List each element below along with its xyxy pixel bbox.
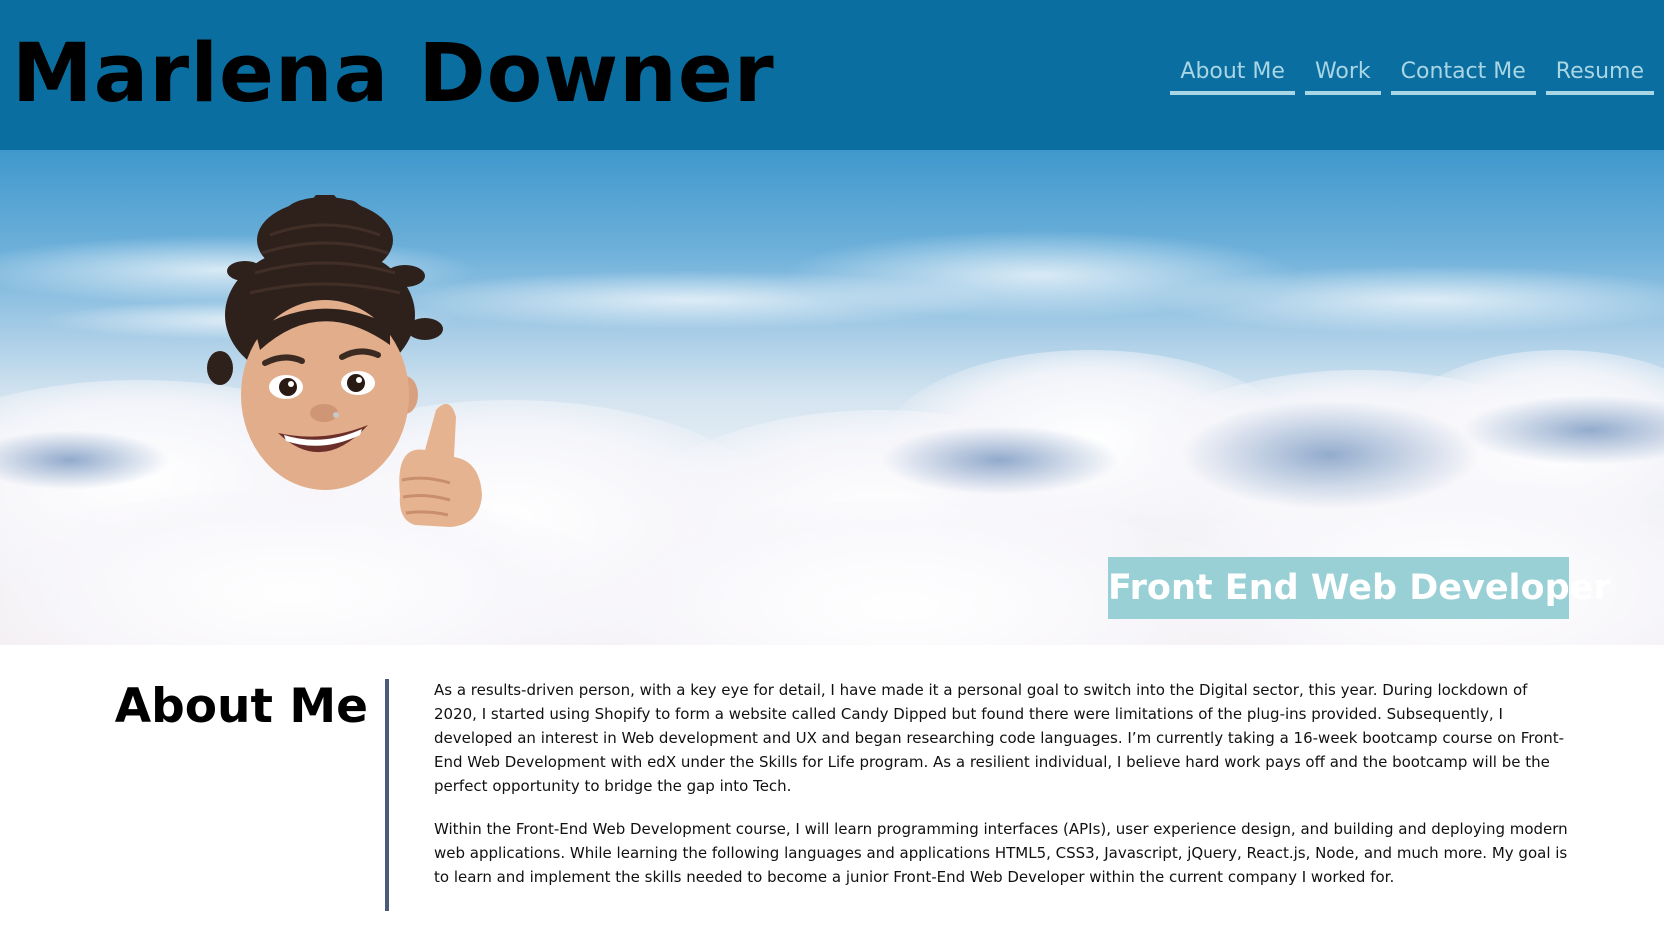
vertical-divider	[385, 679, 389, 911]
about-body: As a results-driven person, with a key e…	[434, 678, 1569, 908]
site-title: Marlena Downer	[12, 27, 775, 121]
nav-about-me[interactable]: About Me	[1170, 55, 1295, 95]
hero-banner: Front End Web Developer	[0, 150, 1664, 645]
main-nav: About Me Work Contact Me Resume	[1170, 55, 1654, 95]
about-heading: About Me	[114, 679, 368, 734]
about-paragraph: Within the Front-End Web Development cou…	[434, 820, 1568, 886]
about-section: About Me As a results-driven person, wit…	[0, 645, 1664, 933]
nav-contact-me[interactable]: Contact Me	[1390, 55, 1536, 95]
site-header: Marlena Downer About Me Work Contact Me …	[0, 0, 1664, 150]
about-paragraph: As a results-driven person, with a key e…	[434, 681, 1565, 795]
nav-resume[interactable]: Resume	[1545, 55, 1654, 95]
hero-subtitle: Front End Web Developer	[1108, 557, 1611, 619]
nav-work[interactable]: Work	[1304, 55, 1381, 95]
memoji-avatar-icon	[207, 195, 482, 527]
